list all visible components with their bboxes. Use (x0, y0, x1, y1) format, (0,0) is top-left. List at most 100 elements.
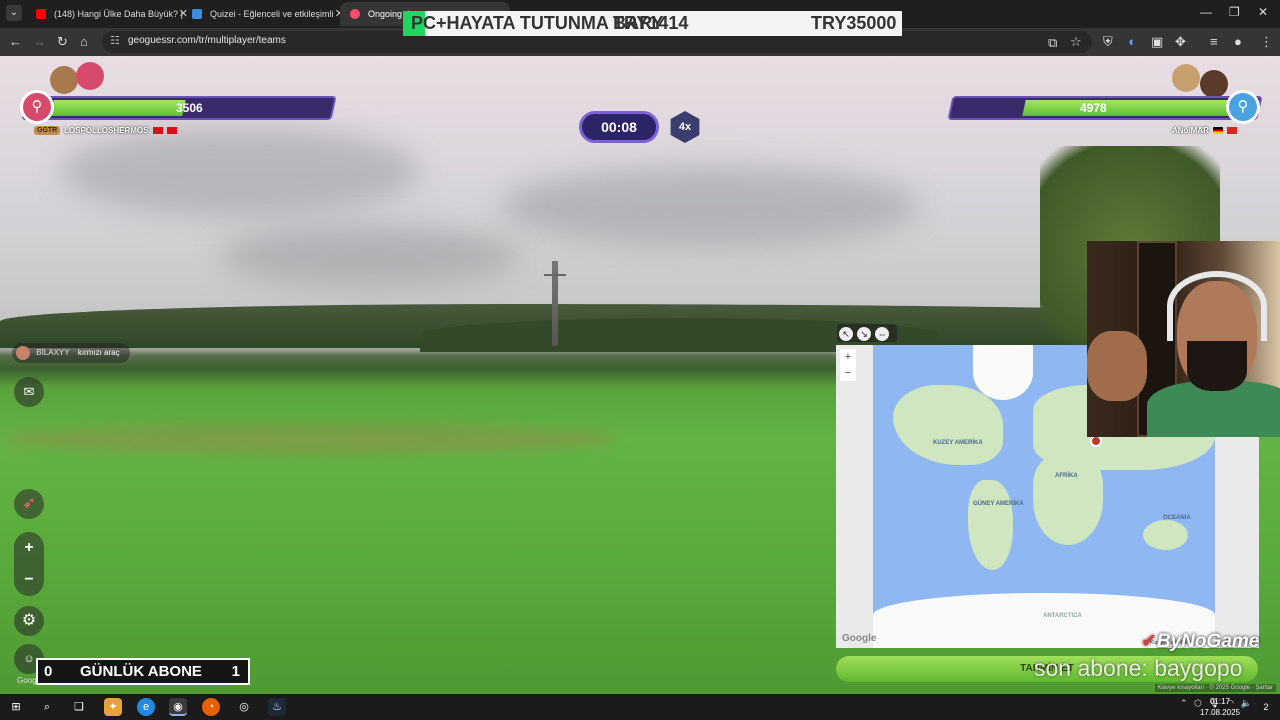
team-tag: GGTR (34, 126, 61, 135)
extensions-puzzle-icon[interactable]: ✥ (1175, 34, 1186, 50)
steam-icon[interactable]: ♨ (268, 698, 286, 716)
settings-gear-icon[interactable]: ⚙ (14, 606, 44, 636)
back-icon[interactable]: ← (9, 34, 22, 49)
donation-goal-banner: PC+HAYATA TUTUNMA BARY TRY1414 TRY35000 (403, 11, 902, 36)
map-zoom-controls: + − (840, 349, 856, 381)
system-clock[interactable]: 01:17 17.08.2025 (1200, 696, 1240, 718)
map-label: GÜNEY AMERİKA (973, 501, 1024, 507)
daily-subscriber-counter: 0 GÜNLÜK ABONE 1 (36, 658, 250, 685)
webcam-headset (1167, 271, 1267, 341)
avatar (76, 62, 104, 90)
window-close-icon[interactable]: ✕ (1258, 5, 1268, 19)
emote-chat-button[interactable]: ✉ (14, 377, 44, 407)
menu-kebab-icon[interactable]: ⋮ (1260, 34, 1273, 50)
subscriber-count-right: 1 (231, 663, 240, 680)
chrome-icon[interactable]: ◉ (169, 698, 187, 716)
left-team-health-bar: 3506 (21, 96, 337, 120)
dry-grass-patch (0, 424, 620, 454)
chat-username: BİLAXYY (36, 348, 70, 357)
damage-multiplier-badge: 4x (670, 111, 700, 143)
windows-taskbar: ⊞ ⌕ ❏ ✦ e ◉ ◔ ◎ ♨ ⌃ ⬡ 🎙 ◠ 🔈 01:17 17.08.… (0, 694, 1280, 720)
subscriber-counter-label: GÜNLÜK ABONE (80, 663, 202, 680)
chat-message: BİLAXYY kırmızı araç (12, 343, 130, 363)
south-america-landmass (968, 480, 1013, 570)
turkey-flag-icon (152, 127, 163, 135)
windows-start-icon[interactable]: ⊞ (7, 698, 25, 716)
tab-quizei[interactable]: Quizei - Eğlenceli ve etkileşimli ✕ (182, 2, 352, 26)
tab-search-icon[interactable]: ⌄ (6, 5, 22, 21)
notification-icon[interactable]: 2 (1258, 699, 1274, 715)
subscriber-count-left: 0 (44, 663, 53, 680)
power-pylon-arm (544, 274, 566, 276)
tab-label: Quizei - Eğlenceli ve etkileşimli (210, 9, 334, 19)
zoom-out-button[interactable]: − (14, 564, 44, 596)
germany-flag-icon (1213, 127, 1224, 135)
right-team-health-fill (1022, 100, 1234, 116)
map-label: OCEANIA (1163, 515, 1191, 521)
search-icon[interactable]: ⌕ (38, 698, 56, 716)
map-pin-toggle-icon[interactable]: ⇔ (875, 327, 889, 341)
map-shrink-icon[interactable]: ↘ (857, 327, 871, 341)
youtube-icon (36, 9, 46, 19)
bookmark-star-icon[interactable]: ☆ (1070, 34, 1082, 50)
turkey-flag-icon (166, 127, 177, 135)
chevron-up-icon[interactable]: ⌃ (1180, 698, 1188, 708)
bynogame-mark-icon: ✔ (1141, 631, 1157, 652)
greenland-landmass (973, 345, 1033, 400)
geoguessr-pin-icon (350, 9, 360, 19)
bynogame-logo: ✔ByNoGame (1141, 631, 1260, 652)
extension-tv-icon[interactable]: ▣ (1151, 34, 1163, 50)
tab-label: (148) Hangi Ülke Daha Büyük? | (54, 9, 183, 19)
location-pin-icon: ⚲ (1226, 90, 1260, 124)
speaker-icon[interactable]: 🔈 (1241, 698, 1252, 708)
obs-icon[interactable]: ◎ (235, 698, 253, 716)
edge-icon[interactable]: e (137, 698, 155, 716)
profile-icon[interactable]: ● (1234, 34, 1242, 49)
minimize-icon[interactable]: — (1200, 5, 1212, 19)
forward-icon[interactable]: → (33, 34, 46, 49)
map-footer-links[interactable]: Klavye kısayolları · © 2025 Google · Şar… (1154, 684, 1276, 692)
home-icon[interactable]: ⌂ (80, 34, 88, 49)
google-logo: Google (842, 633, 877, 644)
restore-icon[interactable]: ❐ (1229, 5, 1240, 19)
switzerland-flag-icon (1227, 127, 1238, 135)
extension-shield-icon[interactable]: ⛨ (1103, 34, 1113, 50)
map-size-toolbar: ↖ ↘ ⇔ (837, 324, 897, 342)
webcam-streamer-beard (1187, 341, 1247, 391)
banner-mid-text: TRY1414 (613, 13, 689, 33)
map-enlarge-icon[interactable]: ↖ (839, 327, 853, 341)
streetview-panorama[interactable]: ⚲ 3506 GGTR LOSPOLLOSHERMOS 00:08 4x 497… (0, 56, 1280, 694)
right-team-health-bar: 4978 (947, 96, 1263, 120)
compass-icon[interactable]: ➶ (14, 489, 44, 519)
africa-landmass (1033, 455, 1103, 545)
install-app-icon[interactable]: ⧉ (1048, 35, 1057, 51)
avatar (16, 345, 30, 360)
quizei-icon (192, 9, 202, 19)
location-pin-icon: ⚲ (20, 90, 54, 124)
task-view-icon[interactable]: ❏ (70, 698, 88, 716)
tab-youtube[interactable]: (148) Hangi Ülke Daha Büyük? | ✕ (26, 2, 196, 26)
zoom-controls: + − (14, 532, 44, 596)
map-zoom-in-button[interactable]: + (840, 349, 856, 365)
australia-landmass (1143, 520, 1188, 550)
firefox-icon[interactable]: ◔ (202, 698, 220, 716)
map-label: ANTARCTICA (1043, 613, 1082, 619)
copilot-icon[interactable]: ✦ (104, 698, 122, 716)
banner-right-text: TRY35000 (811, 13, 897, 33)
map-label: AFRİKA (1055, 473, 1078, 479)
reload-icon[interactable]: ↻ (57, 34, 68, 50)
webcam-streamer-hand (1087, 331, 1147, 401)
extension-audio-icon[interactable]: ◖ (1127, 34, 1135, 49)
zoom-in-button[interactable]: + (14, 532, 44, 564)
left-team-name: LOSPOLLOSHERMOS (64, 126, 177, 135)
map-zoom-out-button[interactable]: − (840, 365, 856, 381)
left-team-health-fill (50, 100, 186, 116)
cloud (500, 166, 920, 246)
site-info-icon[interactable]: ☷ (110, 34, 120, 47)
round-timer: 00:08 (579, 111, 659, 143)
media-queue-icon[interactable]: ≡ (1210, 34, 1218, 49)
north-america-landmass (893, 385, 1003, 465)
chat-text: kırmızı araç (77, 348, 120, 357)
right-team-score: 4978 (1080, 101, 1107, 115)
right-team-name: ANo/MAR (1172, 126, 1238, 135)
